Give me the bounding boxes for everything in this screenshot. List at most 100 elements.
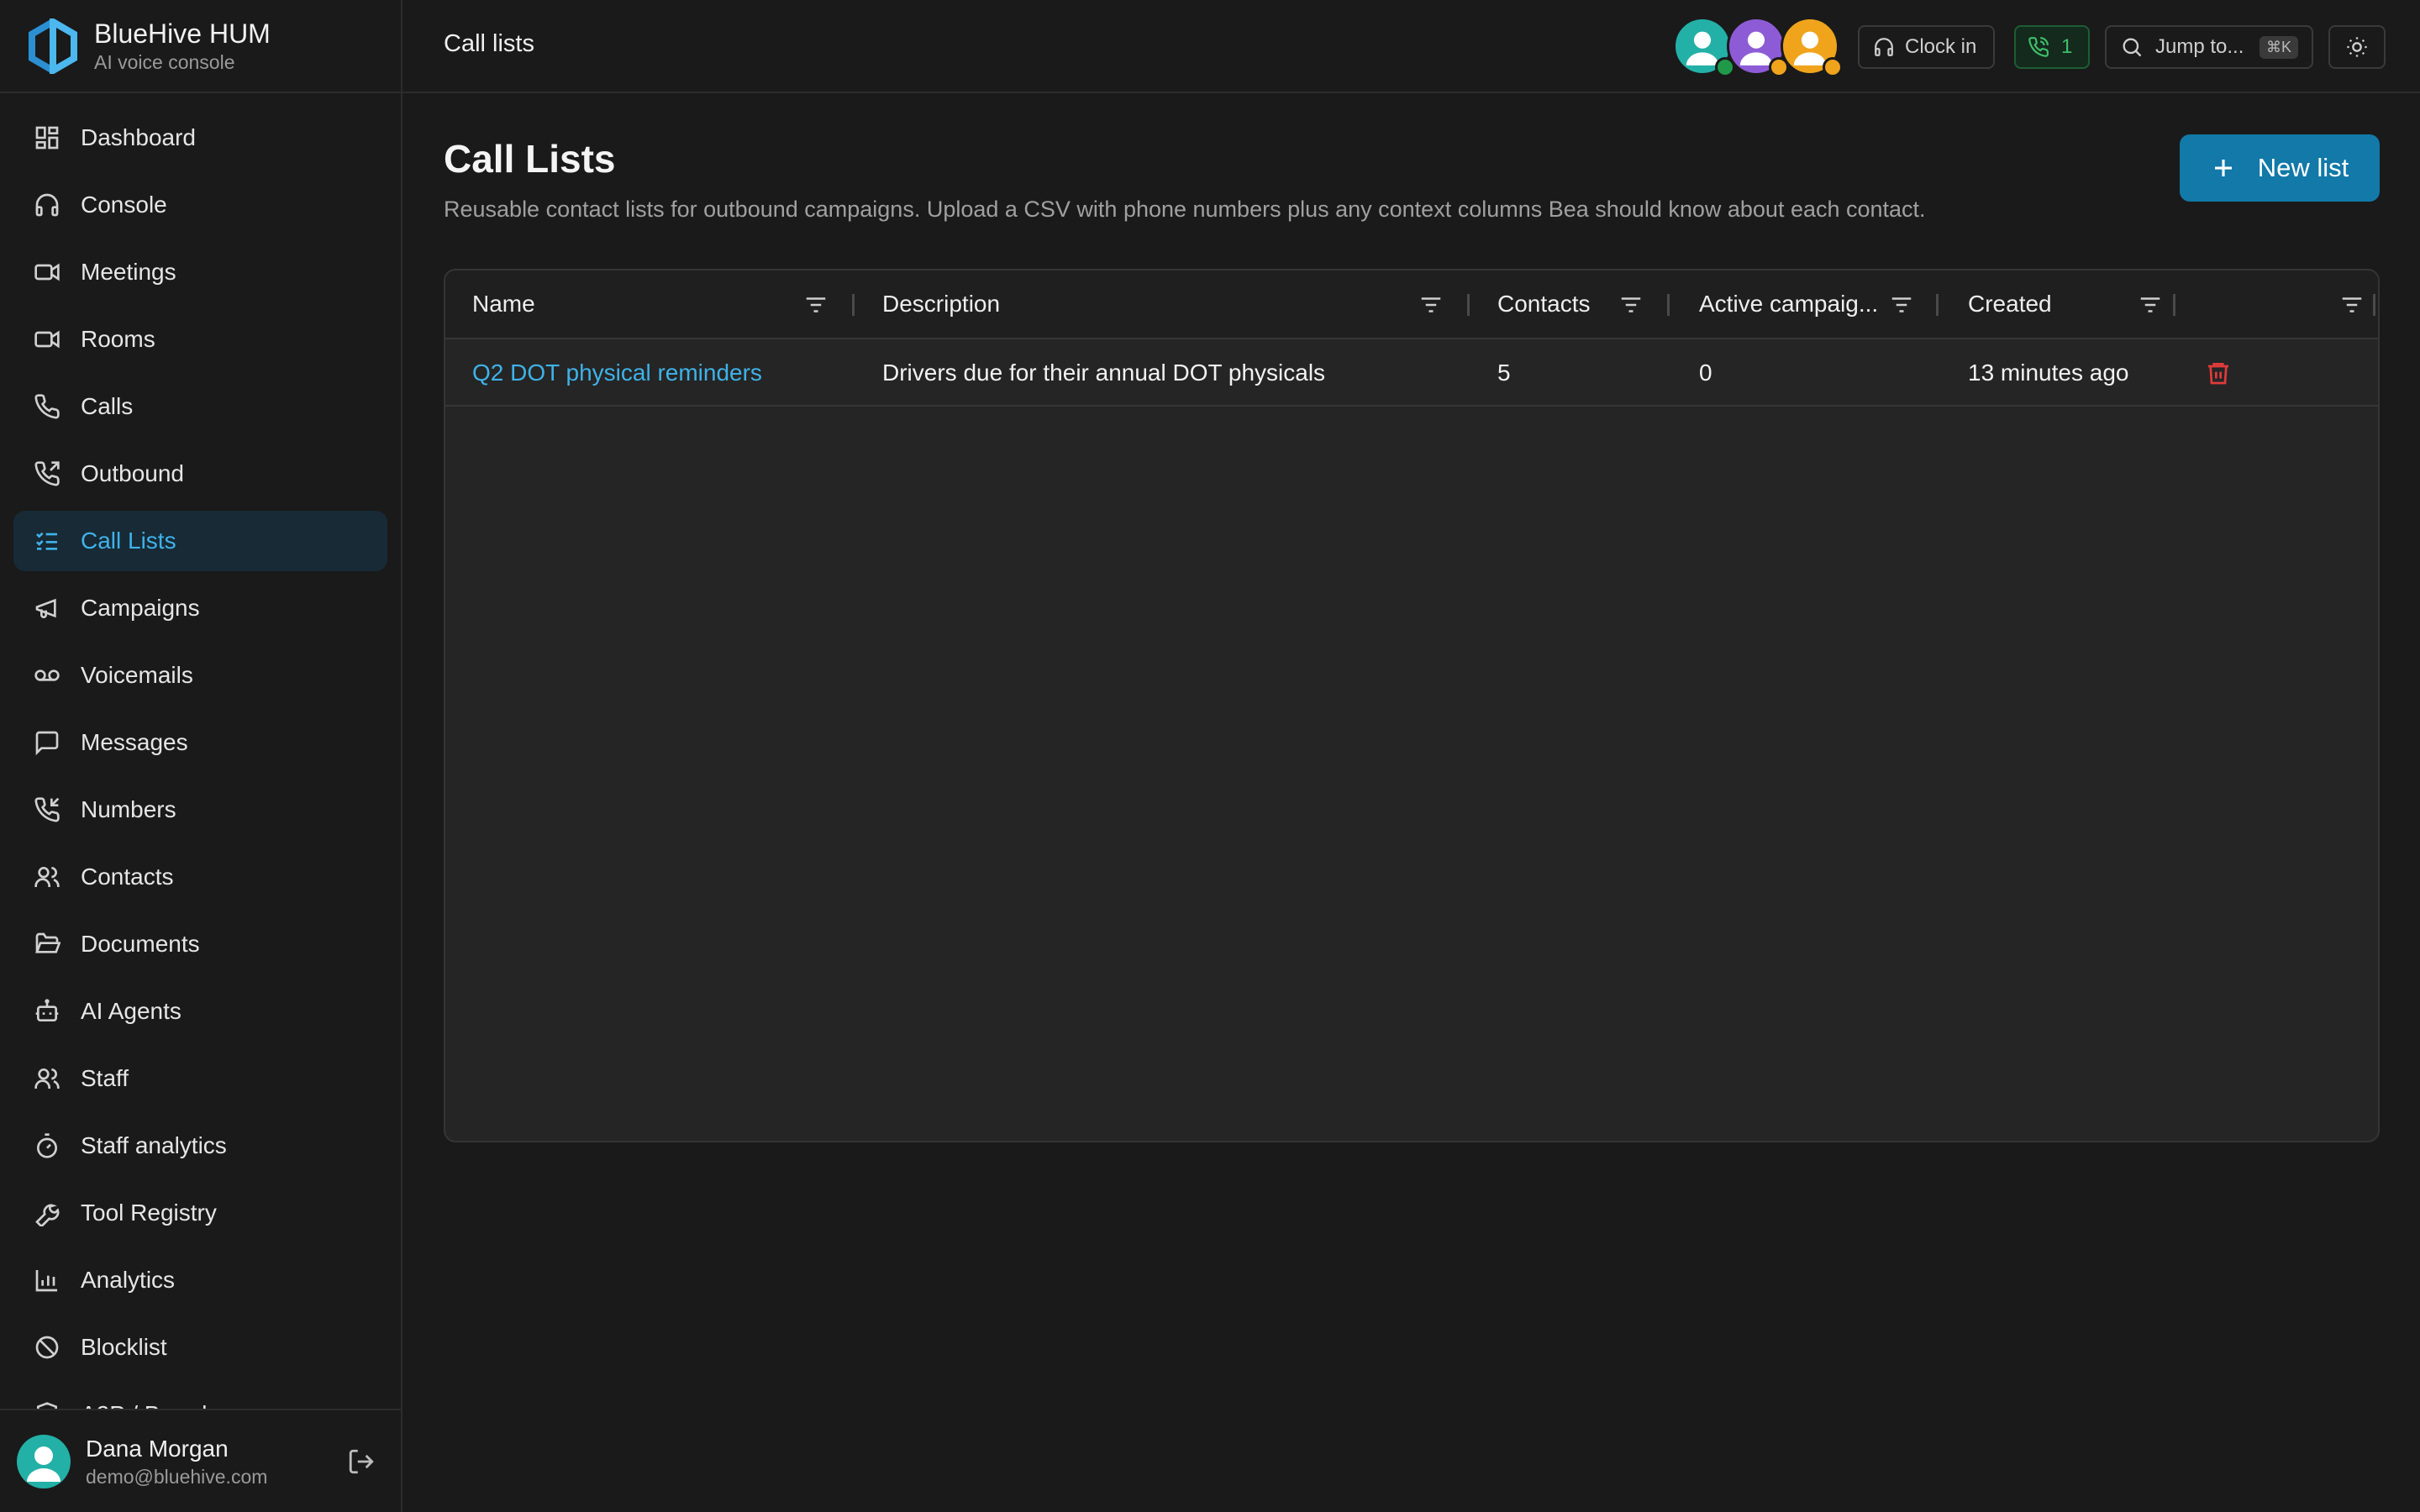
message-square-icon [35, 731, 59, 756]
sidebar-item-voicemails[interactable]: Voicemails [13, 645, 387, 706]
page-description: Reusable contact lists for outbound camp… [444, 197, 1926, 222]
shield-icon [37, 1402, 57, 1409]
clock-in-label: Clock in [1905, 35, 1977, 58]
list-checks-icon [36, 532, 57, 550]
column-header-active-campaigns[interactable]: Active campaig... [1699, 270, 1878, 338]
sidebar-item-messages[interactable]: Messages [13, 712, 387, 773]
trash-icon[interactable] [2205, 360, 2232, 386]
breadcrumb: Call lists [444, 30, 534, 57]
plus-icon [2214, 160, 2232, 176]
column-resizer[interactable] [1467, 294, 1470, 316]
sidebar-item-blocklist[interactable]: Blocklist [13, 1317, 387, 1378]
sidebar-item-tool-registry[interactable]: Tool Registry [13, 1183, 387, 1243]
call-list-name-link[interactable]: Q2 DOT physical reminders [472, 360, 762, 386]
column-resizer[interactable] [1936, 294, 1939, 316]
sidebar-item-meetings[interactable]: Meetings [13, 242, 387, 302]
sidebar-item-label: Documents [81, 931, 200, 957]
jump-to-placeholder: Jump to... [2155, 35, 2244, 58]
filter-icon[interactable] [2339, 292, 2365, 318]
page-title: Call Lists [444, 137, 616, 181]
column-resizer[interactable] [1667, 294, 1670, 316]
sidebar-nav: Dashboard Console Meetings Rooms Calls O… [0, 93, 401, 1409]
app-name: BlueHive HUM [94, 18, 271, 49]
status-badge [1823, 57, 1843, 77]
filter-icon[interactable] [1618, 292, 1644, 318]
sidebar-item-outbound[interactable]: Outbound [13, 444, 387, 504]
presence-avatars[interactable] [1673, 17, 1843, 79]
sidebar-item-label: Calls [81, 393, 134, 419]
headphones-icon [1875, 38, 1893, 56]
sidebar-item-label: A2P / Brand [81, 1401, 207, 1409]
sidebar-item-call-lists[interactable]: Call Lists [13, 511, 387, 571]
new-list-button[interactable]: New list [2180, 134, 2380, 202]
column-resizer[interactable] [2173, 294, 2175, 316]
sun-icon [2347, 37, 2367, 57]
ban-icon [35, 1336, 59, 1359]
phone-icon [34, 394, 60, 419]
bar-chart-icon [35, 1270, 57, 1292]
call-list-contacts: 5 [1497, 360, 1511, 386]
logout-icon[interactable] [347, 1447, 376, 1476]
theme-toggle-button[interactable] [2328, 25, 2386, 69]
sidebar-item-label: Messages [81, 729, 188, 755]
avatar [17, 1434, 71, 1488]
headphones-icon [35, 193, 59, 217]
call-list-description: Drivers due for their annual DOT physica… [882, 360, 1326, 386]
sidebar-item-label: Console [81, 192, 167, 218]
column-header-contacts[interactable]: Contacts [1497, 270, 1591, 338]
sidebar-item-calls[interactable]: Calls [13, 376, 387, 437]
sidebar-item-numbers[interactable]: Numbers [13, 780, 387, 840]
jump-to-search[interactable]: Jump to... ⌘K [2105, 25, 2313, 69]
sidebar-item-documents[interactable]: Documents [13, 914, 387, 974]
sidebar-item-label: AI Agents [81, 998, 182, 1024]
column-header-created[interactable]: Created [1968, 270, 2052, 338]
sidebar: BlueHive HUM AI voice console Dashboard … [0, 0, 402, 1512]
search-icon [2123, 38, 2142, 57]
sidebar-item-label: Analytics [81, 1267, 176, 1293]
app-subtitle: AI voice console [94, 50, 235, 73]
sidebar-item-label: Campaigns [81, 595, 200, 621]
brand-header: BlueHive HUM AI voice console [0, 0, 401, 93]
call-list-created: 13 minutes ago [1968, 360, 2129, 386]
filter-icon[interactable] [803, 292, 829, 318]
sidebar-item-campaigns[interactable]: Campaigns [13, 578, 387, 638]
new-list-label: New list [2257, 153, 2349, 182]
keyboard-shortcut: ⌘K [2259, 36, 2298, 59]
sidebar-item-analytics[interactable]: Analytics [13, 1250, 387, 1310]
phone-incoming-icon [34, 797, 60, 822]
users-icon [34, 1068, 60, 1089]
video-icon [34, 263, 60, 281]
sidebar-item-contacts[interactable]: Contacts [13, 847, 387, 907]
column-resizer[interactable] [2373, 294, 2375, 316]
sidebar-item-label: Outbound [81, 460, 184, 486]
user-profile[interactable]: Dana Morgan demo@bluehive.com [0, 1409, 401, 1512]
sidebar-item-staff[interactable]: Staff [13, 1048, 387, 1109]
filter-icon[interactable] [1889, 292, 1914, 318]
sidebar-item-label: Voicemails [81, 662, 193, 688]
megaphone-icon [35, 598, 56, 618]
sidebar-item-label: Staff analytics [81, 1132, 227, 1158]
sidebar-item-rooms[interactable]: Rooms [13, 309, 387, 370]
sidebar-item-console[interactable]: Console [13, 175, 387, 235]
filter-icon[interactable] [2138, 292, 2163, 318]
active-calls-count: 1 [2061, 35, 2073, 58]
sidebar-item-staff-analytics[interactable]: Staff analytics [13, 1116, 387, 1176]
clock-in-button[interactable]: Clock in [1858, 25, 1995, 69]
sidebar-item-label: Staff [81, 1065, 129, 1091]
column-header-name[interactable]: Name [472, 270, 535, 338]
filter-icon[interactable] [1418, 292, 1444, 318]
wrench-icon [35, 1204, 60, 1226]
sidebar-item-label: Dashboard [81, 124, 196, 150]
sidebar-item-label: Numbers [81, 796, 176, 822]
column-header-description[interactable]: Description [882, 270, 1000, 338]
sidebar-item-a2p-brand[interactable]: A2P / Brand [13, 1384, 387, 1409]
user-avatar-icon [27, 1446, 60, 1482]
active-calls-button[interactable]: 1 [2014, 25, 2090, 69]
timer-icon [37, 1133, 57, 1158]
sidebar-item-dashboard[interactable]: Dashboard [13, 108, 387, 168]
sidebar-item-ai-agents[interactable]: AI Agents [13, 981, 387, 1042]
sidebar-item-label: Tool Registry [81, 1200, 217, 1226]
column-resizer[interactable] [852, 294, 855, 316]
folder-open-icon [35, 932, 60, 953]
table-row[interactable]: Q2 DOT physical reminders Drivers due fo… [445, 339, 2378, 407]
